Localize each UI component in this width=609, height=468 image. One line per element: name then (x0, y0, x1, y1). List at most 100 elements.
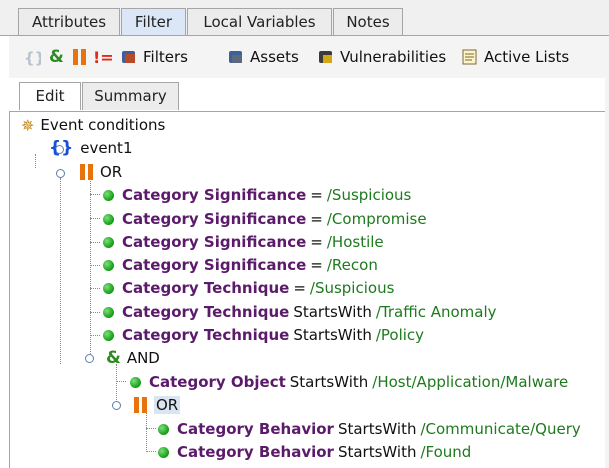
tree-connector (90, 335, 100, 336)
condition-operator: = (310, 233, 323, 251)
condition-row[interactable]: Category Technique = /Suspicious (103, 277, 394, 299)
condition-operator: StartsWith (293, 326, 372, 344)
tree-connector (116, 381, 126, 382)
condition-operator: StartsWith (337, 443, 417, 461)
or-button[interactable] (73, 47, 93, 67)
active-lists-button[interactable]: Active Lists (461, 47, 569, 67)
condition-value: /Suspicious (326, 186, 412, 204)
tab-local-variables[interactable]: Local Variables (187, 8, 332, 36)
condition-operator: StartsWith (337, 420, 417, 438)
assets-label: Assets (250, 48, 299, 66)
condition-row[interactable]: Category Object StartsWith /Host/Applica… (130, 371, 568, 393)
tree-connector (90, 194, 100, 195)
active-lists-label: Active Lists (484, 48, 570, 66)
tab-filter[interactable]: Filter (121, 8, 186, 36)
tab-edit[interactable]: Edit (19, 82, 81, 110)
condition-dot-icon (103, 259, 114, 271)
tab-notes[interactable]: Notes (333, 8, 403, 36)
braces-icon: {} (23, 48, 45, 67)
or-icon (134, 397, 148, 413)
expand-toggle-and[interactable] (85, 354, 94, 363)
tree-node-or[interactable]: OR (80, 161, 122, 183)
condition-dot-icon (103, 236, 114, 248)
not-equal-button[interactable]: != (93, 47, 114, 67)
assets-button[interactable]: Assets (227, 47, 299, 67)
condition-row[interactable]: Category Significance = /Recon (103, 254, 378, 276)
tree-connector (90, 312, 100, 313)
braces-button[interactable]: {} (23, 47, 45, 67)
condition-value: /Policy (375, 326, 425, 344)
condition-value: /Recon (326, 256, 378, 274)
condition-field: Category Technique (122, 303, 290, 321)
condition-field: Category Technique (122, 279, 290, 297)
condition-dot-icon (103, 282, 114, 294)
condition-row[interactable]: Category Significance = /Suspicious (103, 184, 411, 206)
tree-node-event1[interactable]: {} event1 (49, 137, 132, 159)
condition-field: Category Object (149, 373, 286, 391)
condition-row[interactable]: Category Significance = /Hostile (103, 231, 384, 253)
condition-dot-icon (103, 213, 114, 225)
tab-summary[interactable]: Summary (82, 82, 179, 110)
condition-field: Category Behavior (177, 420, 334, 438)
or-icon (73, 49, 87, 65)
tree-node-inner-or[interactable]: OR (134, 394, 181, 416)
condition-operator: = (310, 210, 323, 228)
tree-connector (90, 178, 91, 358)
tree-connector (90, 242, 100, 243)
condition-value: /Host/Application/Malware (372, 373, 569, 391)
inner-or-label: OR (154, 396, 181, 414)
tree-connector (90, 288, 100, 289)
filters-icon (120, 48, 138, 66)
condition-tree: ✵ Event conditions {} event1 OR Category… (9, 112, 609, 468)
condition-field: Category Significance (122, 233, 307, 251)
filters-button[interactable]: Filters (120, 47, 188, 67)
condition-value: /Communicate/Query (420, 420, 581, 438)
condition-value: /Traffic Anomaly (375, 303, 497, 321)
tree-connector (90, 265, 100, 266)
expand-toggle-inner-or[interactable] (112, 401, 121, 410)
condition-row[interactable]: Category Behavior StartsWith /Communicat… (158, 418, 581, 440)
filter-toolbar: {} & != Filters Assets Vuln (9, 36, 609, 78)
expand-toggle-or[interactable] (56, 169, 65, 178)
tree-root-label: Event conditions (40, 116, 166, 134)
condition-dot-icon (130, 376, 141, 388)
and-icon: & (106, 348, 121, 368)
condition-dot-icon (103, 329, 114, 341)
condition-row[interactable]: Category Technique StartsWith /Policy (103, 324, 424, 346)
tree-node-and[interactable]: & AND (106, 347, 160, 369)
scrollbar-track[interactable] (605, 36, 609, 468)
condition-dot-icon (103, 306, 114, 318)
condition-operator: = (293, 279, 306, 297)
tree-connector (146, 412, 147, 450)
condition-field: Category Significance (122, 210, 307, 228)
condition-row[interactable]: Category Significance = /Compromise (103, 208, 427, 230)
and-button[interactable]: & (49, 47, 64, 67)
top-tab-strip: Attributes Filter Local Variables Notes (0, 0, 609, 36)
svg-text:{}: {} (24, 49, 41, 66)
condition-value: /Found (420, 443, 472, 461)
active-lists-icon (461, 48, 479, 66)
condition-value: /Compromise (326, 210, 427, 228)
condition-dot-icon (103, 189, 114, 201)
condition-operator: StartsWith (293, 303, 372, 321)
condition-field: Category Technique (122, 326, 290, 344)
tree-root-event-conditions[interactable]: ✵ Event conditions (21, 114, 165, 136)
braces-icon: {} (49, 138, 74, 158)
tab-attributes[interactable]: Attributes (18, 8, 120, 36)
vulnerabilities-button[interactable]: Vulnerabilities (317, 47, 446, 67)
vulnerabilities-label: Vulnerabilities (340, 48, 447, 66)
and-label: AND (126, 349, 160, 367)
condition-field: Category Significance (122, 186, 307, 204)
condition-row[interactable]: Category Technique StartsWith /Traffic A… (103, 301, 497, 323)
tree-connector (35, 154, 36, 168)
sub-tab-strip: Edit Summary (9, 78, 609, 112)
filters-label: Filters (143, 48, 188, 66)
assets-icon (227, 48, 245, 66)
not-equal-icon: != (93, 47, 114, 67)
condition-field: Category Behavior (177, 443, 334, 461)
condition-row[interactable]: Category Behavior StartsWith /Found (158, 441, 471, 463)
condition-dot-icon (158, 446, 169, 458)
tree-connector (146, 428, 156, 429)
or-label: OR (100, 163, 123, 181)
and-icon: & (49, 47, 64, 67)
